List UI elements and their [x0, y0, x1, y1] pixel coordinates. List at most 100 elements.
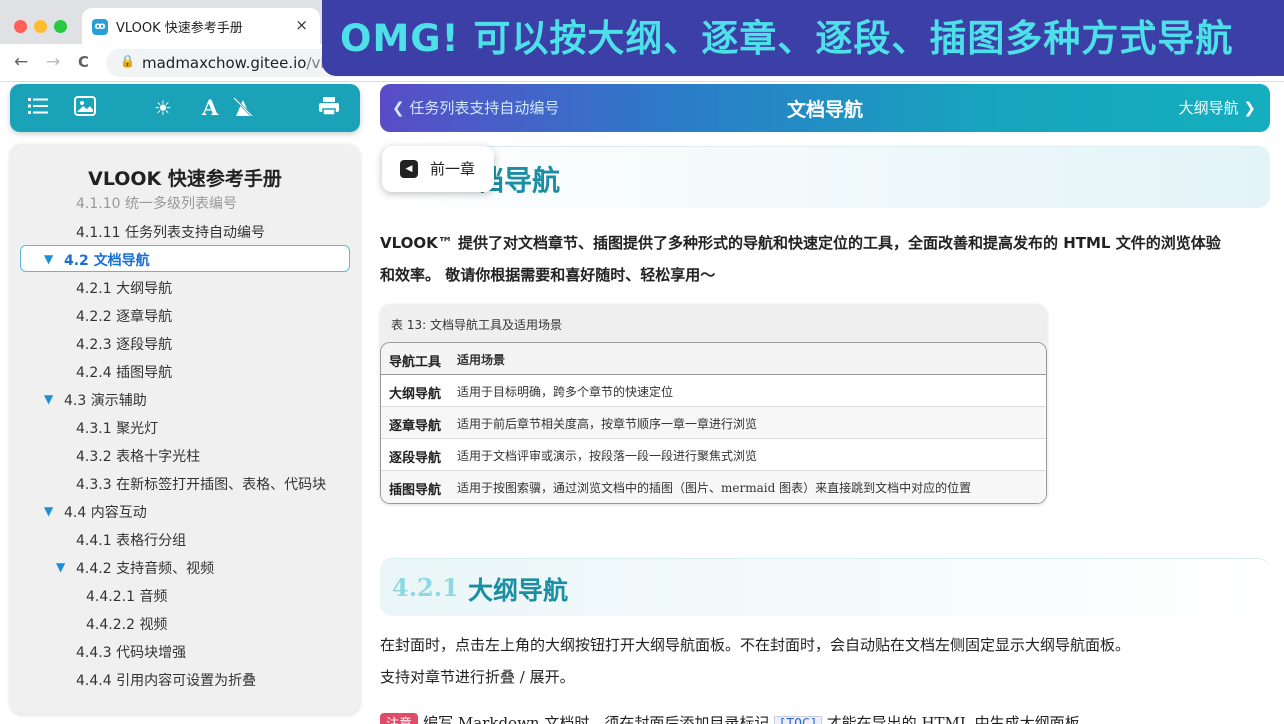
subsection-number: 4.2.1: [392, 573, 459, 602]
browser-tab[interactable]: ꝏ VLOOK 快速参考手册 ×: [82, 8, 320, 44]
outline-num: 4.4.4: [76, 673, 112, 689]
laser-icon[interactable]: [232, 96, 254, 123]
prev-chapter-button[interactable]: ◀ 前一章: [382, 146, 494, 192]
outline-item-4-2-3[interactable]: 4.2.3 逐段导航: [76, 334, 172, 354]
current-chapter-title: 文档导航: [786, 99, 863, 121]
outline-num: 4.2.1: [76, 281, 112, 297]
outline-num: 4.4.3: [76, 645, 112, 661]
outline-item-4-3[interactable]: 4.3 演示辅助: [64, 390, 147, 410]
table-caption: 表 13: 文档导航工具及适用场景: [391, 318, 562, 332]
table-cell: 插图导航: [389, 483, 442, 498]
outline-item-4-4-2[interactable]: 4.4.2 支持音频、视频: [76, 558, 214, 578]
outline-label: 代码块增强: [116, 645, 187, 661]
outline-item-4-4-2-1[interactable]: 4.4.2.1 音频: [86, 586, 167, 606]
minimize-window-icon[interactable]: [34, 20, 47, 33]
prev-chapter-button-label: 前一章: [430, 160, 476, 178]
note-tag: 注意: [380, 713, 419, 724]
table-grid: 导航工具 适用场景 大纲导航 适用于目标明确，跨多个章节的快速定位 逐章导航 适…: [380, 342, 1047, 504]
outline-num: 4.4: [64, 505, 87, 521]
note-code: [TOC]: [774, 716, 822, 724]
outline-item-4-2[interactable]: 4.2 文档导航: [64, 250, 150, 270]
outline-label: 文档导航: [93, 253, 150, 269]
outline-num: 4.2.3: [76, 337, 112, 353]
outline-num: 4.3: [64, 393, 87, 409]
outline-panel: VLOOK 快速参考手册 4.1.10 统一多级列表编号 4.1.11 任务列表…: [10, 144, 360, 714]
outline-num: 4.4.2: [76, 561, 112, 577]
close-window-icon[interactable]: [14, 20, 27, 33]
note-text: 编写 Markdown 文档时，须在封面后添加目录标记: [423, 714, 770, 724]
outline-title: VLOOK 快速参考手册: [88, 168, 282, 190]
intro-line-2: 和效率。 敬请你根据需要和喜好随时、轻松享用～: [380, 266, 716, 284]
table-row[interactable]: 逐章导航 适用于前后章节相关度高，按章节顺序一章一章进行浏览: [381, 407, 1046, 439]
outline-item-4-2-1[interactable]: 4.2.1 大纲导航: [76, 278, 172, 298]
outline-label: 聚光灯: [116, 421, 159, 437]
outline-num: 4.4.2.2: [86, 617, 135, 633]
chevron-down-icon[interactable]: ▼: [44, 504, 53, 518]
forward-arrow-icon[interactable]: →: [46, 52, 60, 72]
section-heading: 档导航: [380, 146, 1270, 208]
table-cell: 逐章导航: [389, 419, 442, 434]
subsection-title: 大纲导航: [468, 576, 569, 605]
subsection-heading: 4.2.1 大纲导航: [380, 558, 1270, 616]
outline-item-4-1-10[interactable]: 4.1.10 统一多级列表编号: [76, 193, 237, 213]
back-arrow-icon[interactable]: ←: [14, 52, 28, 72]
table-row[interactable]: 大纲导航 适用于目标明确，跨多个章节的快速定位: [381, 375, 1046, 407]
table-cell: 适用于目标明确，跨多个章节的快速定位: [457, 385, 674, 399]
favicon-icon: ꝏ: [92, 19, 108, 35]
maximize-window-icon[interactable]: [54, 20, 67, 33]
outline-item-4-3-1[interactable]: 4.3.1 聚光灯: [76, 418, 158, 438]
browser-window: ꝏ VLOOK 快速参考手册 × ← → C 🔒 madmaxchow.gite…: [0, 0, 1284, 724]
outline-item-4-2-2[interactable]: 4.2.2 逐章导航: [76, 306, 172, 326]
promo-banner: OMG! 可以按大纲、逐章、逐段、插图多种方式导航: [322, 0, 1284, 76]
vlook-toolbar: ☀ A: [10, 84, 360, 132]
note-line: 注意 编写 Markdown 文档时，须在封面后添加目录标记 [TOC] 才能在…: [380, 712, 1140, 724]
outline-label: 视频: [139, 617, 168, 633]
play-left-icon: ◀: [400, 160, 418, 178]
figure-gallery-icon[interactable]: [74, 96, 96, 121]
outline-label: 表格十字光柱: [116, 449, 201, 465]
outline-label: 逐段导航: [116, 337, 173, 353]
outline-label: 音频: [139, 589, 168, 605]
outline-list-icon[interactable]: [28, 96, 50, 121]
table-row[interactable]: 逐段导航 适用于文档评审或演示，按段落一段一段进行聚焦式浏览: [381, 439, 1046, 471]
outline-num: 4.1.10: [76, 196, 121, 212]
reload-icon[interactable]: C: [78, 53, 89, 71]
outline-label: 逐章导航: [116, 309, 173, 325]
outline-num: 4.3.1: [76, 421, 112, 437]
next-chapter-link[interactable]: 大纲导航 ❯: [1179, 97, 1256, 118]
outline-item-4-4-2-2[interactable]: 4.4.2.2 视频: [86, 614, 167, 634]
banner-text: OMG! 可以按大纲、逐章、逐段、插图多种方式导航: [340, 17, 1234, 60]
outline-label: 表格行分组: [116, 533, 187, 549]
chevron-down-icon[interactable]: ▼: [44, 392, 53, 406]
outline-item-4-4[interactable]: 4.4 内容互动: [64, 502, 147, 522]
outline-item-4-4-3[interactable]: 4.4.3 代码块增强: [76, 642, 186, 662]
intro-line-1: VLOOK™ 提供了对文档章节、插图提供了多种形式的导航和快速定位的工具，全面改…: [380, 234, 1221, 252]
outline-item-4-2-4[interactable]: 4.2.4 插图导航: [76, 362, 172, 382]
chevron-down-icon[interactable]: ▼: [44, 252, 53, 266]
printer-icon[interactable]: [318, 96, 340, 121]
outline-item-4-3-2[interactable]: 4.3.2 表格十字光柱: [76, 446, 200, 466]
subsection-paragraph-1: 在封面时，点击左上角的大纲按钮打开大纲导航面板。不在封面时，会自动贴在文档左侧固…: [380, 636, 1131, 654]
outline-num: 4.4.1: [76, 533, 112, 549]
chevron-down-icon[interactable]: ▼: [56, 560, 65, 574]
table-row[interactable]: 插图导航 适用于按图索骥，通过浏览文档中的插图（图片、mermaid 图表）来直…: [381, 471, 1046, 503]
outline-item-4-4-1[interactable]: 4.4.1 表格行分组: [76, 530, 186, 550]
note-text-after: 才能在导出的 HTML 中生成大纲面板: [826, 714, 1080, 724]
outline-num: 4.4.2.1: [86, 589, 135, 605]
outline-item-4-1-11[interactable]: 4.1.11 任务列表支持自动编号: [76, 222, 265, 242]
outline-label: 内容互动: [90, 505, 147, 521]
sun-icon[interactable]: ☀: [154, 96, 172, 120]
subsection-paragraph-2: 支持对章节进行折叠 / 展开。: [380, 668, 575, 686]
outline-label: 引用内容可设置为折叠: [116, 673, 257, 689]
outline-label: 在新标签打开插图、表格、代码块: [116, 477, 327, 493]
tab-close-icon[interactable]: ×: [295, 16, 308, 34]
table-header-row: 导航工具 适用场景: [381, 343, 1046, 375]
outline-item-4-4-4[interactable]: 4.4.4 引用内容可设置为折叠: [76, 670, 256, 690]
outline-label: 统一多级列表编号: [124, 196, 237, 212]
font-icon[interactable]: A: [202, 96, 218, 120]
chapter-nav-bar: ❮ 任务列表支持自动编号 文档导航 大纲导航 ❯: [380, 84, 1270, 132]
outline-item-4-3-3[interactable]: 4.3.3 在新标签打开插图、表格、代码块: [76, 474, 326, 494]
table-cell: 逐段导航: [389, 451, 442, 466]
outline-num: 4.2.4: [76, 365, 112, 381]
outline-label: 支持音频、视频: [116, 561, 215, 577]
